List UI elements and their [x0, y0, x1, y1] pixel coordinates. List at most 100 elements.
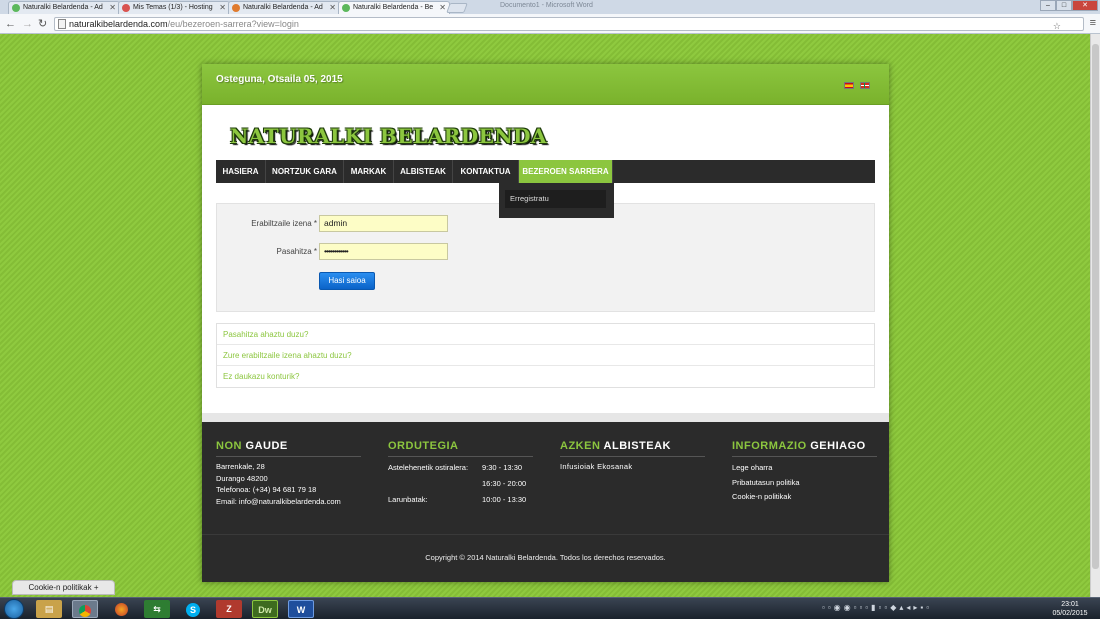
browser-toolbar: ← → ↻ naturalkibelardenda.com/eu/bezeroe… [0, 14, 1100, 34]
news-item[interactable]: Infusioiak Ekosanak [560, 462, 705, 471]
footer-heading: INFORMAZIO GEHIAGO [732, 440, 877, 457]
password-label: Pasahitza * [276, 247, 317, 256]
nav-item-nortzuk-gara[interactable]: NORTZUK GARA [266, 160, 344, 183]
create-account-link[interactable]: Ez daukazu konturik? [217, 366, 874, 387]
system-tray-icons[interactable]: ▫▫◉◉▫▫▫▮▫▫◆▴◂▸▪▫ [822, 603, 932, 612]
email-line[interactable]: Email: info@naturalkibelardenda.com [216, 496, 361, 508]
hours-row: 16:30 - 20:00 [388, 477, 533, 493]
city-line: Durango 48200 [216, 473, 268, 483]
nav-dropdown: Erregistratu [499, 183, 614, 218]
system-clock[interactable]: 23:01 05/02/2015 [1050, 600, 1090, 618]
bookmark-star-icon[interactable]: ☆ [1053, 20, 1061, 32]
minimize-button[interactable]: – [1040, 0, 1056, 11]
legal-notice-link[interactable]: Lege oharra [732, 461, 877, 476]
clock-time: 23:01 [1061, 601, 1079, 608]
site-favicon-icon [12, 4, 20, 12]
opening-hours: Astelehenetik ostiralera: 9:30 - 13:30 16… [388, 461, 533, 509]
new-tab-button[interactable] [446, 3, 468, 13]
heading-rest: GAUDE [245, 440, 288, 452]
site-container: Osteguna, Otsaila 05, 2015 NATURALKI BEL… [202, 64, 889, 582]
footer-contact: NON GAUDE Barrenkale, 28 Durango 48200 T… [216, 440, 361, 507]
browser-tab[interactable]: Naturalki Belardenda - Ad ✕ [228, 1, 340, 14]
url-host: naturalkibelardenda.com [69, 19, 168, 29]
dropdown-item-erregistratu[interactable]: Erregistratu [505, 190, 606, 208]
tab-title: Naturalki Belardenda - Be [353, 4, 434, 11]
cookie-policy-tab[interactable]: Cookie-n politikak + [12, 580, 115, 595]
forgot-password-link[interactable]: Pasahitza ahaztu duzu? [217, 324, 874, 345]
privacy-policy-link[interactable]: Pribatutasun politika [732, 476, 877, 491]
chrome-icon[interactable] [72, 600, 98, 618]
login-button[interactable]: Hasi saioa [319, 272, 375, 290]
phone-line: Telefonoa: (+34) 94 681 79 18 [216, 485, 317, 494]
hours-day: Larunbatak: [388, 495, 428, 504]
dreamweaver-icon[interactable]: Dw [252, 600, 278, 618]
nav-item-hasiera[interactable]: HASIERA [216, 160, 266, 183]
basque-flag-icon[interactable] [860, 82, 870, 89]
word-icon[interactable]: W [288, 600, 314, 618]
heading-highlight: AZKEN [560, 440, 601, 452]
nav-item-markak[interactable]: MARKAK [344, 160, 394, 183]
hours-time: 16:30 - 20:00 [482, 479, 527, 488]
browser-tab[interactable]: Mis Temas (1/3) - Hosting ✕ [118, 1, 230, 14]
footer-heading: NON GAUDE [216, 440, 361, 457]
close-icon[interactable]: ✕ [329, 2, 336, 13]
close-icon[interactable]: ✕ [219, 2, 226, 13]
joomla-favicon-icon [232, 4, 240, 12]
site-favicon-icon [122, 4, 130, 12]
back-arrow-icon[interactable]: ← [5, 17, 16, 31]
filezilla-icon[interactable]: Z [216, 600, 242, 618]
maximize-button[interactable]: □ [1056, 0, 1072, 11]
username-label: Erabiltzaile izena * [251, 219, 317, 228]
network-app-icon[interactable]: ⇆ [144, 600, 170, 618]
cookie-policy-link[interactable]: Cookie-n politikak [732, 490, 877, 505]
username-input[interactable]: admin [319, 215, 448, 232]
hours-time: 9:30 - 13:30 [482, 463, 523, 472]
copyright-text: Copyright © 2014 Naturalki Belardenda. T… [425, 553, 666, 562]
browser-tab[interactable]: Naturalki Belardenda - Ad ✕ [8, 1, 120, 14]
password-input[interactable]: •••••••••••• [319, 243, 448, 260]
windows-start-icon[interactable] [4, 599, 24, 619]
current-date: Osteguna, Otsaila 05, 2015 [216, 74, 343, 85]
browser-menu-icon[interactable]: ≡ [1090, 17, 1096, 29]
scrollbar-thumb[interactable] [1092, 44, 1099, 569]
footer-hours: ORDUTEGIA Astelehenetik ostiralera: 9:30 … [388, 440, 533, 509]
tab-title: Mis Temas (1/3) - Hosting [133, 4, 213, 11]
forward-arrow-icon[interactable]: → [22, 17, 33, 31]
window-close-button[interactable]: ✕ [1072, 0, 1098, 11]
close-icon[interactable]: ✕ [439, 2, 446, 13]
nav-item-kontaktua[interactable]: KONTAKTUA [453, 160, 519, 183]
file-explorer-icon[interactable]: ▤ [36, 600, 62, 618]
heading-rest: GEHIAGO [810, 440, 866, 452]
reload-icon[interactable]: ↻ [38, 17, 47, 31]
footer-info: INFORMAZIO GEHIAGO Lege oharra Pribatuta… [732, 440, 877, 505]
browser-tab-active[interactable]: Naturalki Belardenda - Be ✕ [338, 1, 450, 14]
footer-divider [202, 534, 889, 535]
nav-item-bezeroen-sarrera[interactable]: BEZEROEN SARRERA [519, 160, 613, 183]
footer-separator [202, 413, 889, 422]
firefox-icon[interactable] [108, 600, 134, 618]
hours-row: Larunbatak: 10:00 - 13:30 [388, 493, 533, 509]
background-window-title: Documento1 - Microsoft Word [500, 2, 593, 9]
info-links: Lege oharra Pribatutasun politika Cookie… [732, 461, 877, 505]
skype-icon[interactable]: S [180, 600, 206, 618]
footer-news: AZKEN ALBISTEAK Infusioiak Ekosanak [560, 440, 705, 471]
heading-highlight: ORDUTEGIA [388, 440, 459, 452]
close-icon[interactable]: ✕ [109, 2, 116, 13]
tab-title: Naturalki Belardenda - Ad [23, 4, 103, 11]
tab-title: Naturalki Belardenda - Ad [243, 4, 323, 11]
main-navigation: HASIERA NORTZUK GARA MARKAK ALBISTEAK KO… [216, 160, 875, 183]
login-form: Erabiltzaile izena * admin Pasahitza * •… [216, 203, 875, 312]
login-help-links: Pasahitza ahaztu duzu? Zure erabiltzaile… [216, 323, 875, 388]
forgot-username-link[interactable]: Zure erabiltzaile izena ahaztu duzu? [217, 345, 874, 366]
address-bar[interactable]: naturalkibelardenda.com/eu/bezeroen-sarr… [54, 17, 1084, 31]
url-path: /eu/bezeroen-sarrera?view=login [167, 19, 299, 29]
spanish-flag-icon[interactable] [844, 82, 854, 89]
site-logo[interactable]: NATURALKI BELARDENDA [230, 124, 547, 148]
hours-day: Astelehenetik ostiralera: [388, 463, 469, 472]
site-footer: NON GAUDE Barrenkale, 28 Durango 48200 T… [202, 422, 889, 582]
clock-date: 05/02/2015 [1052, 610, 1088, 617]
heading-highlight: INFORMAZIO [732, 440, 807, 452]
nav-item-albisteak[interactable]: ALBISTEAK [394, 160, 453, 183]
page-scrollbar[interactable] [1090, 34, 1100, 597]
hours-row: Astelehenetik ostiralera: 9:30 - 13:30 [388, 461, 533, 477]
